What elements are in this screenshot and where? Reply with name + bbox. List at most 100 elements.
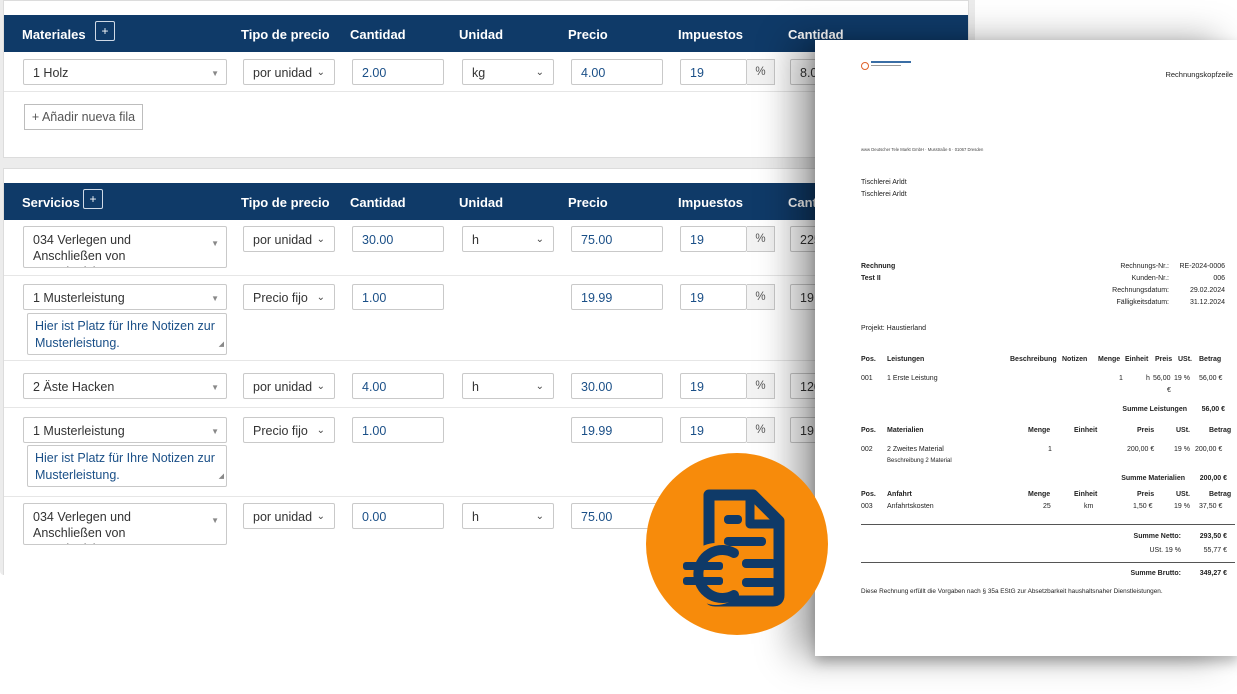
price-input[interactable]: 19.99 bbox=[571, 417, 663, 443]
caret-down-icon: ▼ bbox=[211, 294, 219, 303]
row-pos: 002 bbox=[861, 446, 873, 453]
price-type-label: Precio fijo bbox=[253, 424, 308, 438]
row-name: Anfahrtskosten bbox=[887, 503, 934, 510]
row-amount: 56,00 € bbox=[1199, 375, 1223, 382]
unit-select[interactable]: h ⌄ bbox=[462, 373, 554, 399]
chevron-down-icon: ⌄ bbox=[316, 67, 325, 78]
price-input[interactable]: 30.00 bbox=[571, 373, 663, 399]
unit-select[interactable]: h ⌄ bbox=[462, 226, 554, 252]
divider bbox=[861, 524, 1235, 525]
th-quantity: Menge bbox=[1098, 356, 1121, 363]
service-item-select[interactable]: 1 Musterleistung ▼ bbox=[23, 417, 227, 443]
row-pos: 003 bbox=[861, 503, 873, 510]
services-title: Servicios bbox=[22, 195, 80, 210]
add-material-button[interactable]: + bbox=[95, 21, 115, 41]
meta-value: RE-2024-0006 bbox=[1179, 263, 1225, 270]
quantity-input[interactable]: 2.00 bbox=[352, 59, 444, 85]
percent-addon: % bbox=[747, 59, 775, 85]
meta-value: 29.02.2024 bbox=[1189, 287, 1225, 294]
row-unit: h bbox=[1146, 375, 1150, 382]
price-type-select[interactable]: por unidad ⌄ bbox=[243, 59, 335, 85]
sum-materials-value: 200,00 € bbox=[1199, 475, 1227, 482]
price-input[interactable]: 4.00 bbox=[571, 59, 663, 85]
row-price: 1,50 € bbox=[1133, 503, 1153, 510]
chevron-down-icon: ⌄ bbox=[535, 511, 544, 522]
tax-input[interactable]: 19 bbox=[680, 284, 747, 310]
gross-value: 349,27 € bbox=[1199, 570, 1227, 577]
price-input[interactable]: 75.00 bbox=[571, 226, 663, 252]
th-pos: Pos. bbox=[861, 491, 876, 498]
th-unit: Einheit bbox=[1074, 491, 1098, 498]
sum-materials-label: Summe Materialien bbox=[1121, 475, 1185, 482]
row-qty: 25 bbox=[1043, 503, 1051, 510]
net-value: 293,50 € bbox=[1199, 533, 1227, 540]
col-quantity: Cantidad bbox=[350, 27, 406, 42]
add-row-button[interactable]: + Añadir nueva fila bbox=[24, 104, 143, 130]
col-price-type: Tipo de precio bbox=[241, 27, 330, 42]
service-item-select[interactable]: 1 Musterleistung ▼ bbox=[23, 284, 227, 310]
unit-select[interactable]: kg ⌄ bbox=[462, 59, 554, 85]
tax-input[interactable]: 19 bbox=[680, 226, 747, 252]
chevron-down-icon: ⌄ bbox=[316, 234, 325, 245]
unit-select[interactable]: h ⌄ bbox=[462, 503, 554, 529]
col-taxes: Impuestos bbox=[678, 27, 744, 42]
service-item-select[interactable]: 034 Verlegen und Anschließen von Stromkr… bbox=[23, 503, 227, 545]
service-item-label: 034 Verlegen und Anschließen von Stromkr… bbox=[33, 510, 147, 544]
th-vat: USt. bbox=[1176, 491, 1190, 498]
company-logo-icon bbox=[861, 62, 869, 70]
service-item-label: 2 Äste Hacken bbox=[33, 380, 115, 394]
percent-addon: % bbox=[747, 417, 775, 443]
quantity-input[interactable]: 0.00 bbox=[352, 503, 444, 529]
composite-screenshot: Materiales + Tipo de precio Cantidad Uni… bbox=[0, 0, 1237, 694]
price-type-select[interactable]: Precio fijo ⌄ bbox=[243, 284, 335, 310]
service-item-select[interactable]: 2 Äste Hacken ▼ bbox=[23, 373, 227, 399]
chevron-down-icon: ⌄ bbox=[316, 511, 325, 522]
price-type-label: por unidad bbox=[253, 233, 313, 247]
th-pos: Pos. bbox=[861, 356, 876, 363]
chevron-down-icon: ⌄ bbox=[535, 67, 544, 78]
th-quantity: Menge bbox=[1028, 491, 1051, 498]
tax-input[interactable]: 19 bbox=[680, 373, 747, 399]
price-type-select[interactable]: por unidad ⌄ bbox=[243, 226, 335, 252]
price-input[interactable]: 19.99 bbox=[571, 284, 663, 310]
notes-textarea[interactable]: Hier ist Platz für Ihre Notizen zur Must… bbox=[27, 313, 227, 355]
material-item-select[interactable]: 1 Holz ▼ bbox=[23, 59, 227, 85]
notes-textarea[interactable]: Hier ist Platz für Ihre Notizen zur Must… bbox=[27, 445, 227, 487]
col-taxes: Impuestos bbox=[678, 195, 744, 210]
th-pos: Pos. bbox=[861, 427, 876, 434]
quantity-input[interactable]: 30.00 bbox=[352, 226, 444, 252]
th-unit: Einheit bbox=[1074, 427, 1098, 434]
vat-value: 55,77 € bbox=[1203, 547, 1227, 554]
row-amount: 200,00 € bbox=[1195, 446, 1223, 453]
logo-wordmark bbox=[871, 61, 911, 63]
invoice-header-right: Rechnungskopfzeile bbox=[1165, 70, 1233, 79]
invoice-badge bbox=[646, 453, 828, 635]
caret-down-icon: ▼ bbox=[211, 383, 219, 392]
quantity-input[interactable]: 4.00 bbox=[352, 373, 444, 399]
price-type-select[interactable]: por unidad ⌄ bbox=[243, 373, 335, 399]
service-item-select[interactable]: 034 Verlegen und Anschließen von Stromkr… bbox=[23, 226, 227, 268]
caret-down-icon: ▼ bbox=[211, 516, 219, 525]
resize-grip-icon[interactable]: ◢ bbox=[219, 336, 224, 353]
caret-down-icon: ▼ bbox=[211, 69, 219, 78]
add-service-button[interactable]: + bbox=[83, 189, 103, 209]
tax-input[interactable]: 19 bbox=[680, 417, 747, 443]
price-type-select[interactable]: por unidad ⌄ bbox=[243, 503, 335, 529]
row-price-currency: € bbox=[1167, 387, 1171, 394]
row-amount: 37,50 € bbox=[1199, 503, 1223, 510]
th-services: Leistungen bbox=[887, 356, 925, 363]
quantity-input[interactable]: 1.00 bbox=[352, 284, 444, 310]
tax-input[interactable]: 19 bbox=[680, 59, 747, 85]
row-price: 200,00 € bbox=[1127, 446, 1155, 453]
quantity-input[interactable]: 1.00 bbox=[352, 417, 444, 443]
percent-addon: % bbox=[747, 226, 775, 252]
th-amount: Betrag bbox=[1209, 491, 1232, 498]
sum-services-label: Summe Leistungen bbox=[1122, 406, 1187, 413]
resize-grip-icon[interactable]: ◢ bbox=[219, 468, 224, 485]
row-tax: 19 % bbox=[1174, 375, 1190, 382]
price-type-select[interactable]: Precio fijo ⌄ bbox=[243, 417, 335, 443]
col-quantity: Cantidad bbox=[350, 195, 406, 210]
th-amount: Betrag bbox=[1199, 356, 1222, 363]
invoice-footer: Diese Rechnung erfüllt die Vorgaben nach… bbox=[861, 588, 1163, 595]
service-item-label: 1 Musterleistung bbox=[33, 291, 125, 305]
